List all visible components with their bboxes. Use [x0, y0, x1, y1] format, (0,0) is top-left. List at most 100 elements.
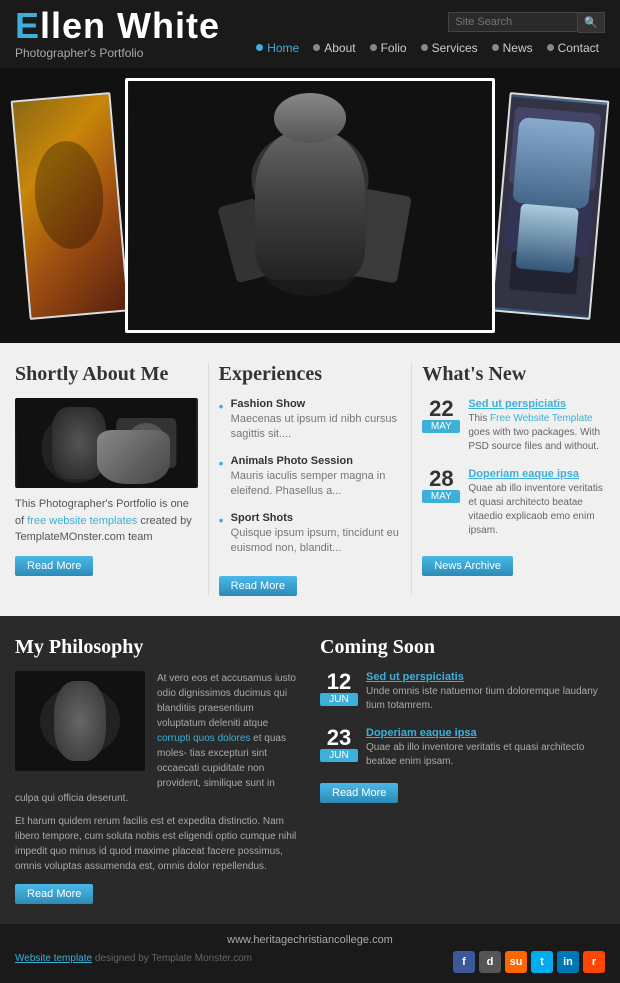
nav-label-folio: Folio [381, 41, 407, 55]
exp-title-1: Fashion Show [231, 398, 402, 410]
philosophy-link[interactable]: corrupti quos dolores [157, 733, 250, 744]
nav-label-home: Home [267, 41, 299, 55]
news-content-1: Sed ut perspiciatis This Free Website Te… [468, 398, 605, 454]
nav-dot-news [492, 44, 499, 51]
search-input[interactable] [448, 12, 578, 32]
three-cols: Shortly About Me This Photographer's Por… [0, 343, 620, 616]
search-button[interactable]: 🔍 [578, 12, 605, 33]
philosophy-image [15, 671, 145, 771]
nav-about[interactable]: About [307, 39, 361, 57]
logo-title: Ellen White [15, 8, 220, 44]
about-image [15, 398, 198, 488]
experiences-col: Experiences Fashion Show Maecenas ut ips… [209, 363, 413, 596]
nav-label-services: Services [432, 41, 478, 55]
twitter-icon[interactable]: t [531, 951, 553, 973]
linkedin-icon[interactable]: in [557, 951, 579, 973]
nav-dot-contact [547, 44, 554, 51]
coming-day-1: 12 [320, 671, 358, 693]
logo-rest: llen [40, 5, 117, 46]
stumbleupon-icon[interactable]: su [505, 951, 527, 973]
header: Ellen White Photographer's Portfolio 🔍 H… [0, 0, 620, 68]
exp-item-2: Animals Photo Session Mauris iaculis sem… [219, 455, 402, 500]
main-nav: Home About Folio Services News Contact [250, 39, 605, 57]
nav-label-about: About [324, 41, 355, 55]
news-title-1[interactable]: Sed ut perspiciatis [468, 398, 605, 410]
coming-date-1: 12 jun [320, 671, 358, 713]
philosophy-content: At vero eos et accusamus iusto odio dign… [15, 671, 300, 806]
facebook-icon[interactable]: f [453, 951, 475, 973]
about-text: This Photographer's Portfolio is one of … [15, 496, 198, 546]
footer-credit: Website template designed by Template Mo… [15, 953, 252, 964]
coming-soon-col: Coming Soon 12 jun Sed ut perspiciatis U… [320, 636, 605, 904]
reddit-icon[interactable]: r [583, 951, 605, 973]
logo-area: Ellen White Photographer's Portfolio [15, 8, 220, 60]
nav-dot-home [256, 44, 263, 51]
news-day-1: 22 [422, 398, 460, 420]
philosophy-section: My Philosophy At vero eos et accusamus i… [0, 616, 620, 924]
delicious-icon[interactable]: d [479, 951, 501, 973]
coming-date-2: 23 jun [320, 727, 358, 769]
philosophy-col: My Philosophy At vero eos et accusamus i… [15, 636, 300, 904]
nav-services[interactable]: Services [415, 39, 484, 57]
news-date-2: 28 may [422, 468, 460, 538]
coming-title-1[interactable]: Sed ut perspiciatis [366, 671, 605, 683]
coming-month-1: jun [320, 693, 358, 706]
nav-folio[interactable]: Folio [364, 39, 413, 57]
news-day-2: 28 [422, 468, 460, 490]
social-icons: f d su t in r [453, 951, 605, 973]
exp-item-1: Fashion Show Maecenas ut ipsum id nibh c… [219, 398, 402, 443]
coming-title-2[interactable]: Doperiam eaque ipsa [366, 727, 605, 739]
philosophy-title: My Philosophy [15, 636, 300, 659]
news-archive-button[interactable]: News Archive [422, 556, 513, 576]
hero-section [0, 68, 620, 343]
nav-dot-about [313, 44, 320, 51]
coming-text-1: Unde omnis iste natuemor tium doloremque… [366, 685, 605, 713]
news-title-2[interactable]: Doperiam eaque ipsa [468, 468, 605, 480]
nav-news[interactable]: News [486, 39, 539, 57]
about-read-more-button[interactable]: Read More [15, 556, 93, 576]
nav-dot-folio [370, 44, 377, 51]
exp-text-2: Mauris iaculis semper magna in eleifend.… [231, 469, 402, 500]
about-link[interactable]: free website templates [27, 515, 137, 527]
hero-main-image[interactable] [125, 78, 495, 333]
coming-content-1: Sed ut perspiciatis Unde omnis iste natu… [366, 671, 605, 713]
coming-text-2: Quae ab illo inventore veritatis et quas… [366, 741, 605, 769]
coming-read-more-button[interactable]: Read More [320, 783, 398, 803]
experiences-title: Experiences [219, 363, 402, 386]
news-date-1: 22 may [422, 398, 460, 454]
news-text-2: Quae ab illo inventore veritatis et quas… [468, 482, 605, 538]
nav-contact[interactable]: Contact [541, 39, 605, 57]
exp-title-2: Animals Photo Session [231, 455, 402, 467]
philosophy-read-more-button[interactable]: Read More [15, 884, 93, 904]
whats-new-col: What's New 22 may Sed ut perspiciatis Th… [412, 363, 605, 596]
exp-text-3: Quisque ipsum ipsum, tincidunt eu euismo… [231, 526, 402, 557]
footer: www.heritagechristiancollege.com Website… [0, 924, 620, 983]
hero-figure [128, 81, 492, 330]
news-month-1: may [422, 420, 460, 433]
nav-label-contact: Contact [558, 41, 599, 55]
coming-day-2: 23 [320, 727, 358, 749]
hero-slide-right[interactable] [491, 92, 610, 320]
nav-home[interactable]: Home [250, 39, 305, 57]
exp-title-3: Sport Shots [231, 512, 402, 524]
about-title: Shortly About Me [15, 363, 198, 386]
news-month-2: may [422, 490, 460, 503]
news-item-1: 22 may Sed ut perspiciatis This Free Web… [422, 398, 605, 454]
coming-item-1: 12 jun Sed ut perspiciatis Unde omnis is… [320, 671, 605, 713]
footer-credit-link[interactable]: Website template [15, 953, 92, 964]
logo-subtitle: Photographer's Portfolio [15, 46, 220, 60]
nav-label-news: News [503, 41, 533, 55]
about-col: Shortly About Me This Photographer's Por… [15, 363, 209, 596]
footer-url: www.heritagechristiancollege.com [15, 934, 605, 946]
news-text-1: This Free Website Template goes with two… [468, 412, 605, 454]
coming-content-2: Doperiam eaque ipsa Quae ab illo invento… [366, 727, 605, 769]
news-link-1a[interactable]: Free Website Template [490, 413, 592, 424]
news-content-2: Doperiam eaque ipsa Quae ab illo invento… [468, 468, 605, 538]
coming-soon-title: Coming Soon [320, 636, 605, 659]
hero-slide-left[interactable] [11, 92, 130, 320]
exp-item-3: Sport Shots Quisque ipsum ipsum, tincidu… [219, 512, 402, 557]
exp-read-more-button[interactable]: Read More [219, 576, 297, 596]
news-item-2: 28 may Doperiam eaque ipsa Quae ab illo … [422, 468, 605, 538]
search-bar: 🔍 [448, 12, 605, 33]
exp-text-1: Maecenas ut ipsum id nibh cursus sagitti… [231, 412, 402, 443]
